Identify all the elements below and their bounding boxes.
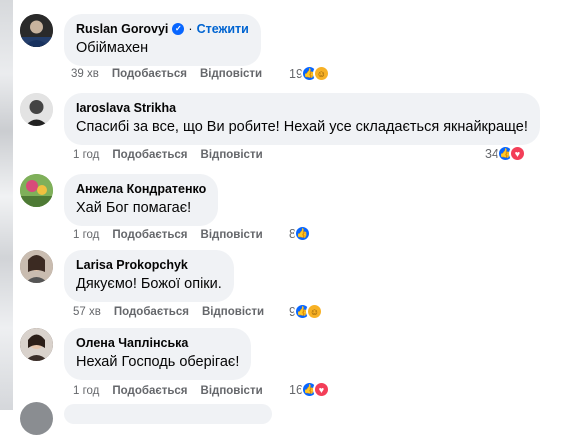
comment-actions: 39 хв Подобається Відповісти bbox=[71, 67, 262, 81]
comment-actions: 1 год Подобається Відповісти bbox=[73, 228, 263, 242]
reaction-summary[interactable]: 9 👍 ☺ bbox=[289, 303, 323, 320]
comment-bubble: Анжела Кондратенко Хай Бог помагає! bbox=[64, 174, 219, 226]
comment-text: Спасибі за все, що Ви робите! Нехай усе … bbox=[76, 119, 528, 135]
author-name[interactable]: Анжела Кондратенко bbox=[76, 181, 206, 197]
left-edge-strip bbox=[0, 0, 13, 410]
comment-bubble: Ruslan Gorovyi ✓ · Стежити Обіймахен bbox=[64, 14, 261, 66]
timestamp[interactable]: 1 год bbox=[73, 384, 99, 398]
follow-button[interactable]: Стежити bbox=[197, 21, 249, 37]
comment-bubble bbox=[64, 404, 272, 424]
reply-button[interactable]: Відповісти bbox=[202, 305, 264, 319]
timestamp[interactable]: 1 год bbox=[73, 228, 99, 242]
care-reaction-icon: ☺ bbox=[305, 303, 323, 320]
comment-actions: 1 год Подобається Відповісти bbox=[73, 148, 263, 162]
reply-button[interactable]: Відповісти bbox=[201, 384, 263, 398]
like-button[interactable]: Подобається bbox=[112, 67, 187, 81]
avatar[interactable] bbox=[20, 14, 53, 47]
comment-text: Обіймахен bbox=[76, 40, 149, 56]
author-name[interactable]: Iaroslava Strikha bbox=[76, 100, 528, 116]
comment-actions: 57 хв Подобається Відповісти bbox=[73, 305, 264, 319]
verified-badge-icon: ✓ bbox=[172, 23, 185, 35]
avatar-image bbox=[20, 14, 53, 47]
avatar-image bbox=[20, 93, 53, 126]
avatar[interactable] bbox=[20, 250, 53, 283]
author-name[interactable]: Ruslan Gorovyi bbox=[76, 21, 168, 37]
author-line: Ruslan Gorovyi ✓ · Стежити bbox=[76, 21, 249, 37]
like-button[interactable]: Подобається bbox=[112, 228, 187, 242]
reaction-summary[interactable]: 34 👍 ♥ bbox=[485, 145, 526, 162]
avatar[interactable] bbox=[20, 328, 53, 361]
comment-text: Дякуємо! Божої опіки. bbox=[76, 276, 222, 292]
timestamp[interactable]: 57 хв bbox=[73, 305, 101, 319]
reply-button[interactable]: Відповісти bbox=[200, 67, 262, 81]
avatar-image bbox=[20, 328, 53, 361]
separator-dot: · bbox=[188, 22, 193, 36]
comment-text: Хай Бог помагає! bbox=[76, 200, 192, 216]
reply-button[interactable]: Відповісти bbox=[201, 228, 263, 242]
love-reaction-icon: ♥ bbox=[312, 381, 330, 398]
reply-button[interactable]: Відповісти bbox=[201, 148, 263, 162]
like-button[interactable]: Подобається bbox=[112, 148, 187, 162]
avatar-image bbox=[20, 250, 53, 283]
care-reaction-icon: ☺ bbox=[312, 65, 330, 82]
love-reaction-icon: ♥ bbox=[508, 145, 526, 162]
timestamp[interactable]: 39 хв bbox=[71, 67, 99, 81]
comment-bubble: Iaroslava Strikha Спасибі за все, що Ви … bbox=[64, 93, 540, 145]
like-button[interactable]: Подобається bbox=[114, 305, 189, 319]
comment-text: Нехай Господь оберігає! bbox=[76, 354, 240, 370]
avatar[interactable] bbox=[20, 174, 53, 207]
like-button[interactable]: Подобається bbox=[112, 384, 187, 398]
reaction-summary[interactable]: 19 👍 ☺ bbox=[289, 65, 330, 82]
author-name[interactable]: Larisa Prokopchyk bbox=[76, 257, 222, 273]
avatar[interactable] bbox=[20, 93, 53, 126]
avatar-image bbox=[20, 174, 53, 207]
timestamp[interactable]: 1 год bbox=[73, 148, 99, 162]
author-name[interactable]: Олена Чаплінська bbox=[76, 335, 239, 351]
comment-bubble: Олена Чаплінська Нехай Господь оберігає! bbox=[64, 328, 252, 380]
reaction-summary[interactable]: 16 👍 ♥ bbox=[289, 381, 330, 398]
comment-bubble: Larisa Prokopchyk Дякуємо! Божої опіки. bbox=[64, 250, 234, 302]
reaction-summary[interactable]: 8 👍 bbox=[289, 225, 311, 242]
comment-actions: 1 год Подобається Відповісти bbox=[73, 384, 263, 398]
avatar[interactable] bbox=[20, 402, 53, 435]
like-reaction-icon: 👍 bbox=[293, 225, 311, 242]
